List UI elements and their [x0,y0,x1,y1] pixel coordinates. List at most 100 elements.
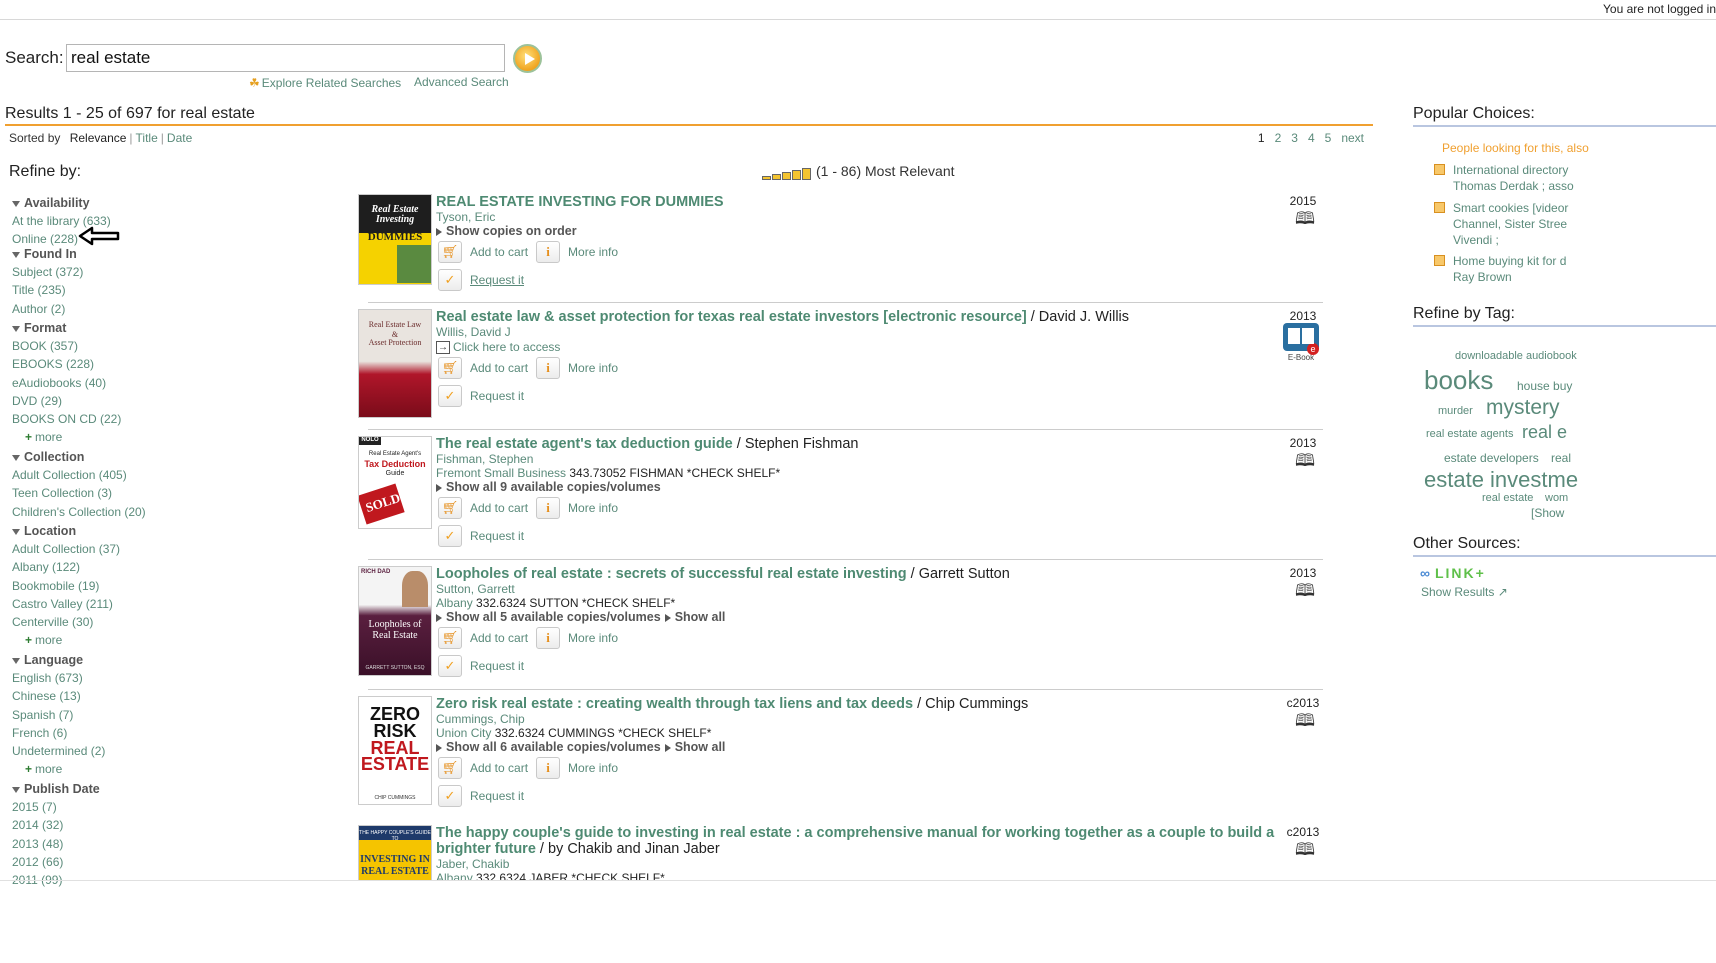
book-cover[interactable]: ZERO RISK REAL ESTATE CHIP CUMMINGS [358,696,432,805]
facet-item[interactable]: Author (2) [12,300,83,318]
sort-date[interactable]: Date [167,131,192,145]
sort-title[interactable]: Title [136,131,158,145]
search-go-button[interactable] [513,44,542,73]
page-1[interactable]: 1 [1258,131,1265,145]
checkmark-icon[interactable]: ✓ [438,269,462,291]
tag-show-link[interactable]: [Show [1531,506,1564,520]
next-page-link[interactable]: next [1341,131,1364,145]
facet-item[interactable]: Chinese (13) [12,687,105,705]
book-cover[interactable]: THE HAPPY COUPLE'S GUIDE TO INVESTING IN… [358,825,432,880]
facet-item[interactable]: eAudiobooks (40) [12,374,121,392]
facet-item[interactable]: Children's Collection (20) [12,503,146,521]
cart-icon[interactable]: 🛒︎ [438,757,462,779]
facet-item[interactable]: BOOK (357) [12,337,121,355]
sort-relevance[interactable]: Relevance [70,131,127,145]
checkmark-icon[interactable]: ✓ [438,655,462,677]
add-to-cart-link[interactable]: Add to cart [470,501,528,515]
checkmark-icon[interactable]: ✓ [438,525,462,547]
request-it-link[interactable]: Request it [470,389,524,403]
show-copies-toggle[interactable]: Show all 5 available copies/volumes Show … [436,610,725,624]
tag-link[interactable]: estate investme [1424,467,1578,493]
more-info-link[interactable]: More info [568,631,618,645]
more-info-link[interactable]: More info [568,245,618,259]
show-all-link[interactable]: Show all [675,740,726,754]
facet-item[interactable]: 2015 (7) [12,798,100,816]
show-copies-toggle[interactable]: Show all 6 available copies/volumes Show … [436,740,725,754]
add-to-cart-link[interactable]: Add to cart [470,361,528,375]
facet-more-link[interactable]: + more [12,760,105,778]
facet-item[interactable]: Title (235) [12,281,83,299]
tag-link[interactable]: murder [1438,405,1473,417]
facet-more-link[interactable]: + more [12,428,121,446]
page-4[interactable]: 4 [1308,131,1315,145]
author-link[interactable]: Tyson, Eric [436,210,495,224]
facet-header[interactable]: Found In [12,245,83,263]
cart-icon[interactable]: 🛒︎ [438,357,462,379]
title-link[interactable]: Loopholes of real estate : secrets of su… [436,566,907,582]
author-link[interactable]: Jaber, Chakib [436,857,509,871]
cart-icon[interactable]: 🛒︎ [438,497,462,519]
author-link[interactable]: Cummings, Chip [436,712,525,726]
facet-header[interactable]: Location [12,522,120,540]
facet-item[interactable]: DVD (29) [12,392,121,410]
facet-item[interactable]: Castro Valley (211) [12,595,120,613]
add-to-cart-link[interactable]: Add to cart [470,631,528,645]
facet-item[interactable]: BOOKS ON CD (22) [12,410,121,428]
request-it-link[interactable]: Request it [470,273,524,287]
facet-item[interactable]: EBOOKS (228) [12,355,121,373]
tag-link[interactable]: mystery [1486,396,1560,420]
add-to-cart-link[interactable]: Add to cart [470,245,528,259]
facet-item[interactable]: Teen Collection (3) [12,484,146,502]
facet-item[interactable]: Albany (122) [12,558,120,576]
facet-item[interactable]: Bookmobile (19) [12,577,120,595]
book-cover[interactable]: NOLO Real Estate Agent's Tax Deduction G… [358,436,432,529]
book-cover[interactable]: Real Estate Law & Asset Protection [358,309,432,418]
facet-header[interactable]: Format [12,319,121,337]
holding-location[interactable]: Fremont Small Business [436,466,566,480]
tag-link[interactable]: house buy [1517,379,1572,393]
facet-item[interactable]: 2013 (48) [12,835,100,853]
linkplus-logo[interactable]: ∞ LINK+ [1420,565,1486,581]
popular-item[interactable]: International directory Thomas Derdak ; a… [1434,162,1574,194]
facet-item[interactable]: English (673) [12,669,105,687]
more-info-link[interactable]: More info [568,501,618,515]
holding-location[interactable]: Union City [436,726,491,740]
show-all-link[interactable]: Show all [675,610,726,624]
book-cover[interactable]: RICH DAD Loopholes of Real Estate GARRET… [358,566,432,676]
author-link[interactable]: Fishman, Stephen [436,452,533,466]
checkmark-icon[interactable]: ✓ [438,785,462,807]
add-to-cart-link[interactable]: Add to cart [470,761,528,775]
facet-item[interactable]: Centerville (30) [12,613,120,631]
facet-header[interactable]: Language [12,651,105,669]
facet-header[interactable]: Publish Date [12,780,100,798]
facet-item[interactable]: Undetermined (2) [12,742,105,760]
info-icon[interactable]: i [536,497,561,519]
author-link[interactable]: Willis, David J [436,325,511,339]
info-icon[interactable]: i [536,627,561,649]
info-icon[interactable]: i [536,757,561,779]
more-info-link[interactable]: More info [568,361,618,375]
info-icon[interactable]: i [536,357,561,379]
popular-item[interactable]: Home buying kit for d Ray Brown [1434,253,1566,285]
request-it-link[interactable]: Request it [470,789,524,803]
tag-link[interactable]: real estate agents [1426,428,1513,440]
tag-link[interactable]: wom [1545,492,1568,504]
title-link[interactable]: The real estate agent's tax deduction gu… [436,436,733,452]
tag-link[interactable]: real [1551,451,1571,465]
holding-location[interactable]: Albany [436,596,473,610]
tag-link[interactable]: estate developers [1444,451,1539,465]
cart-icon[interactable]: 🛒︎ [438,627,462,649]
advanced-search-link[interactable]: Advanced Search [414,75,509,89]
popular-item[interactable]: Smart cookies [videor Channel, Sister Str… [1434,200,1568,248]
tag-link[interactable]: real estate [1482,492,1533,504]
request-it-link[interactable]: Request it [470,529,524,543]
cart-icon[interactable]: 🛒︎ [438,241,462,263]
facet-more-link[interactable]: + more [12,631,120,649]
checkmark-icon[interactable]: ✓ [438,385,462,407]
holding-location[interactable]: Albany [436,871,473,880]
book-cover[interactable]: Real Estate Investing DUMMIES [358,194,432,285]
facet-item[interactable]: Adult Collection (37) [12,540,120,558]
show-results-link[interactable]: Show Results ↗ [1421,585,1508,599]
request-it-link[interactable]: Request it [470,659,524,673]
author-link[interactable]: Sutton, Garrett [436,582,515,596]
